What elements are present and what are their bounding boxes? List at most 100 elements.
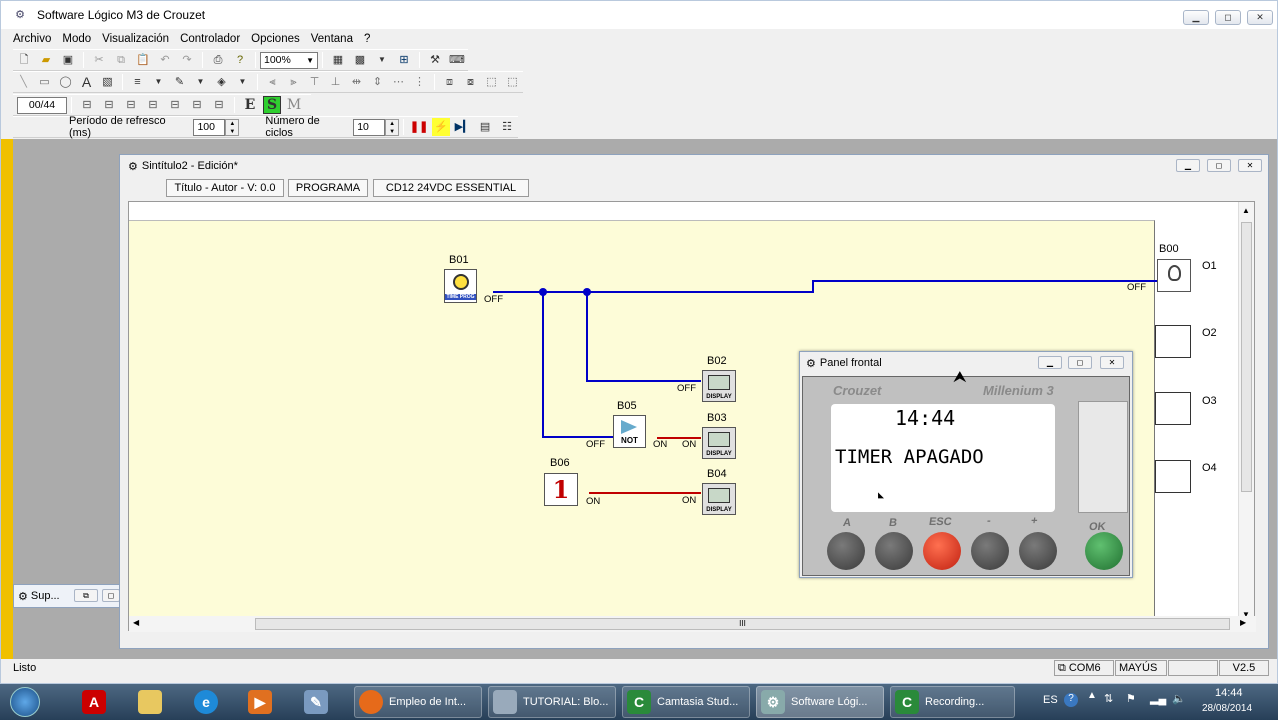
maximize-button[interactable]: ◻ bbox=[102, 589, 120, 602]
side-window[interactable]: ⚙ Sup... ⧉ ◻ bbox=[13, 584, 121, 608]
image-tool-icon[interactable]: ▧ bbox=[99, 73, 116, 91]
send-back-icon[interactable]: ⧇ bbox=[462, 73, 479, 91]
cycles-input[interactable]: 10 bbox=[353, 118, 386, 136]
menu-visualizacion[interactable]: Visualización bbox=[102, 33, 169, 45]
align-grid-icon[interactable]: ⊞ bbox=[395, 51, 413, 69]
distribute-v-icon[interactable]: ⋮ bbox=[411, 73, 428, 91]
key-a-button[interactable] bbox=[827, 532, 865, 570]
clock-date[interactable]: 28/08/2014 bbox=[1202, 703, 1252, 714]
horizontal-scrollbar[interactable]: ◀ III ▶ bbox=[129, 616, 1256, 632]
paste-icon[interactable]: 📋 bbox=[134, 51, 152, 69]
distribute-h-icon[interactable]: ⋯ bbox=[390, 73, 407, 91]
copy-icon[interactable]: ⧉ bbox=[112, 51, 130, 69]
mode-s-button[interactable]: S bbox=[263, 96, 281, 114]
menu-opciones[interactable]: Opciones bbox=[251, 33, 300, 45]
align-top-icon[interactable]: ⊤ bbox=[306, 73, 323, 91]
line-color-icon[interactable]: ✎ bbox=[171, 73, 188, 91]
start-button[interactable] bbox=[0, 686, 50, 718]
block-b00[interactable] bbox=[1157, 259, 1191, 292]
refresh-input[interactable]: 100 bbox=[193, 118, 226, 136]
dropdown-arrow-icon[interactable]: ▼ bbox=[234, 73, 251, 91]
block-b05[interactable]: NOT bbox=[613, 415, 646, 448]
menu-modo[interactable]: Modo bbox=[62, 33, 91, 45]
line-width-icon[interactable]: ≡ bbox=[129, 73, 146, 91]
group-icon[interactable]: ⬚ bbox=[483, 73, 500, 91]
lightning-icon[interactable]: ⚡ bbox=[432, 118, 451, 136]
taskbar-item-firefox[interactable]: Empleo de Int... bbox=[354, 686, 482, 718]
pinned-acrobat[interactable]: A bbox=[72, 686, 122, 718]
pinned-tool[interactable]: ✎ bbox=[294, 686, 344, 718]
program-field[interactable]: PROGRAMA bbox=[288, 179, 368, 197]
menu-controlador[interactable]: Controlador bbox=[180, 33, 240, 45]
help-tray-icon[interactable]: ? bbox=[1064, 693, 1078, 707]
key-plus-button[interactable] bbox=[1019, 532, 1057, 570]
help-icon[interactable]: ? bbox=[231, 51, 249, 69]
menu-help[interactable]: ? bbox=[364, 33, 370, 45]
block-b06[interactable]: 1 bbox=[544, 473, 578, 506]
maximize-button[interactable]: ◻ bbox=[1207, 159, 1231, 172]
network-icon[interactable]: ⇅ bbox=[1104, 692, 1113, 705]
minimize-button[interactable]: ▁ bbox=[1038, 356, 1062, 369]
tools-icon[interactable]: ⚒ bbox=[426, 51, 444, 69]
dropdown-arrow-icon[interactable]: ▼ bbox=[150, 73, 167, 91]
controller-field[interactable]: CD12 24VDC ESSENTIAL bbox=[373, 179, 529, 197]
open-folder-icon[interactable]: ▰ bbox=[37, 51, 55, 69]
refresh-spinner[interactable]: ▲ ▼ bbox=[225, 118, 240, 136]
restore-button[interactable]: ⧉ bbox=[74, 589, 98, 602]
key-b-button[interactable] bbox=[875, 532, 913, 570]
key-minus-button[interactable] bbox=[971, 532, 1009, 570]
block-b03[interactable]: DISPLAY bbox=[702, 427, 736, 459]
block-function-icon[interactable]: ⊟ bbox=[210, 96, 228, 114]
settings-sliders-icon[interactable]: ☷ bbox=[498, 118, 516, 136]
menu-archivo[interactable]: Archivo bbox=[13, 33, 51, 45]
maximize-button[interactable]: ◻ bbox=[1215, 10, 1241, 25]
key-ok-button[interactable] bbox=[1085, 532, 1123, 570]
text-tool-icon[interactable]: A bbox=[78, 73, 95, 91]
block-function-icon[interactable]: ⊟ bbox=[122, 96, 140, 114]
ungroup-icon[interactable]: ⬚ bbox=[504, 73, 521, 91]
language-indicator[interactable]: ES bbox=[1043, 694, 1058, 706]
ellipse-tool-icon[interactable]: ◯ bbox=[57, 73, 74, 91]
print-icon[interactable]: ⎙ bbox=[209, 51, 227, 69]
key-esc-button[interactable] bbox=[923, 532, 961, 570]
dropdown-arrow-icon[interactable]: ▼ bbox=[192, 73, 209, 91]
minimize-button[interactable]: ▁ bbox=[1176, 159, 1200, 172]
scroll-thumb[interactable] bbox=[1241, 222, 1252, 492]
close-button[interactable]: ✕ bbox=[1247, 10, 1273, 25]
scroll-left-icon[interactable]: ◀ bbox=[133, 618, 139, 627]
dropdown-arrow-icon[interactable]: ▼ bbox=[373, 51, 391, 69]
align-right-icon[interactable]: ⫸ bbox=[285, 73, 302, 91]
step-forward-icon[interactable]: ▶▎ bbox=[454, 118, 472, 136]
flag-icon[interactable]: ⚑ bbox=[1126, 692, 1136, 705]
zoom-select[interactable]: 100% ▼ bbox=[260, 51, 318, 69]
block-function-icon[interactable]: ⊟ bbox=[166, 96, 184, 114]
volume-icon[interactable]: 🔈 bbox=[1172, 692, 1186, 705]
vertical-scrollbar[interactable]: ▲ ▼ bbox=[1238, 202, 1254, 632]
clock-time[interactable]: 14:44 bbox=[1215, 687, 1243, 699]
block-b04[interactable]: DISPLAY bbox=[702, 483, 736, 515]
taskbar-item-software-logico[interactable]: ⚙ Software Lógi... bbox=[756, 686, 884, 718]
align-left-icon[interactable]: ⫷ bbox=[264, 73, 281, 91]
undo-icon[interactable]: ↶ bbox=[156, 51, 174, 69]
close-button[interactable]: ✕ bbox=[1238, 159, 1262, 172]
mode-m-button[interactable]: M bbox=[285, 96, 303, 114]
center-horizontal-icon[interactable]: ⇹ bbox=[348, 73, 365, 91]
fill-color-icon[interactable]: ◈ bbox=[213, 73, 230, 91]
block-function-icon[interactable]: ⊟ bbox=[78, 96, 96, 114]
output-slot-o4[interactable] bbox=[1155, 460, 1191, 493]
align-bottom-icon[interactable]: ⊥ bbox=[327, 73, 344, 91]
output-slot-o2[interactable] bbox=[1155, 325, 1191, 358]
grid-dense-icon[interactable]: ▩ bbox=[351, 51, 369, 69]
redo-icon[interactable]: ↷ bbox=[178, 51, 196, 69]
cycles-spinner[interactable]: ▲ ▼ bbox=[385, 118, 400, 136]
pinned-media[interactable]: ▶ bbox=[238, 686, 288, 718]
pinned-explorer[interactable] bbox=[128, 686, 178, 718]
rectangle-tool-icon[interactable]: ▭ bbox=[36, 73, 53, 91]
monitor-icon[interactable]: ▤ bbox=[476, 118, 494, 136]
maximize-button[interactable]: ◻ bbox=[1068, 356, 1092, 369]
minimize-button[interactable]: ▁ bbox=[1183, 10, 1209, 25]
block-b02[interactable]: DISPLAY bbox=[702, 370, 736, 402]
show-hidden-icons-icon[interactable]: ▲ bbox=[1087, 690, 1097, 701]
scroll-thumb[interactable]: III bbox=[255, 618, 1230, 630]
pinned-ie[interactable]: e bbox=[184, 686, 234, 718]
